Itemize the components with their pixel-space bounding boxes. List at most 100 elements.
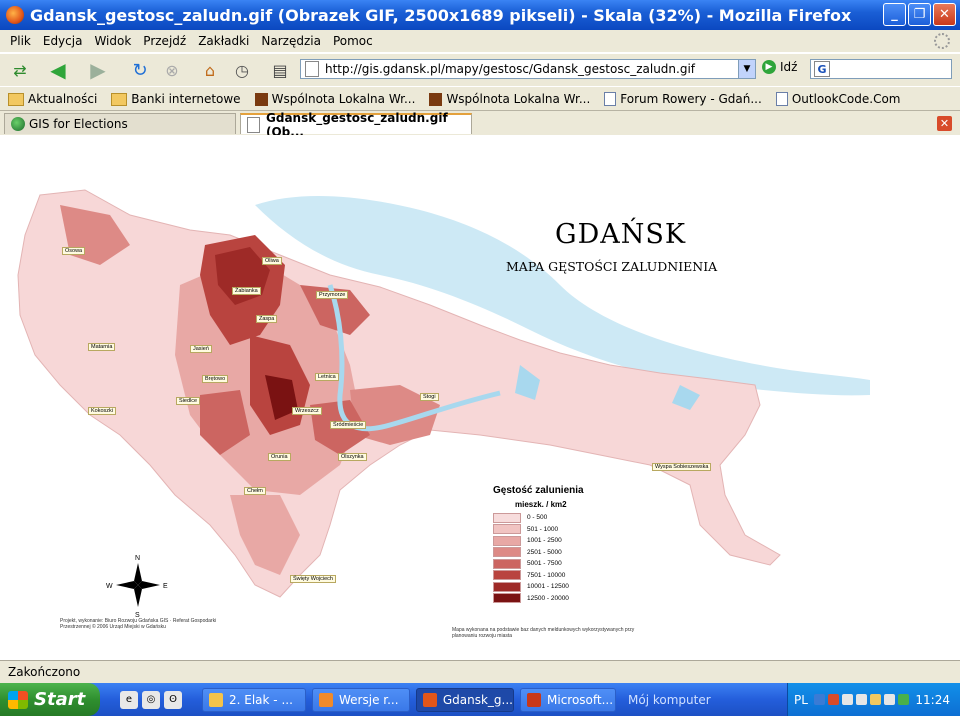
search-input[interactable]: G	[810, 59, 952, 79]
taskbar-button[interactable]: Microsoft...	[520, 687, 616, 712]
task-app-icon	[527, 692, 541, 707]
menu-help[interactable]: Pomoc	[333, 34, 373, 48]
taskbar-button-label: Gdansk_g...	[442, 692, 513, 707]
tray-security-icon[interactable]	[869, 694, 881, 705]
home-icon[interactable]: ⌂	[200, 60, 220, 80]
quick-launch: e ◎ ʘ	[120, 690, 182, 709]
quicklaunch-ie-icon[interactable]: e	[120, 690, 138, 709]
bookmark-item[interactable]: Banki internetowe	[111, 92, 241, 106]
go-label: Idź	[780, 60, 798, 74]
tab-gdansk-map[interactable]: Gdansk_gestosc_zaludn.gif (Ob...	[240, 111, 472, 139]
bookmark-item[interactable]: Wspólnota Lokalna Wr...	[254, 92, 416, 106]
tray-network-icon[interactable]	[841, 694, 853, 705]
bookmark-item[interactable]: Forum Rowery - Gdań...	[604, 92, 762, 106]
menu-file[interactable]: Plik	[10, 34, 31, 48]
legend-row: 12500 - 20000	[493, 593, 623, 605]
district-label: Olszynka	[338, 453, 367, 461]
google-search-icon[interactable]: G	[814, 61, 830, 77]
tray-antivirus-icon[interactable]	[827, 694, 839, 705]
district-label: Siedlce	[176, 397, 201, 405]
legend-row: 2501 - 5000	[493, 547, 623, 559]
bookmark-item[interactable]: Aktualności	[8, 92, 97, 106]
url-dropdown-icon[interactable]: ▼	[738, 60, 755, 78]
district-label: Oliwa	[262, 257, 282, 265]
taskbar-button[interactable]: 2. Elak - ...	[202, 687, 306, 712]
site-favicon-icon	[254, 92, 268, 106]
language-indicator[interactable]: PL	[794, 693, 808, 707]
legend-row: 501 - 1000	[493, 524, 623, 536]
compass-e: E	[163, 583, 168, 590]
stop-icon[interactable]: ⊗	[162, 60, 182, 80]
get-mail-icon[interactable]: ⇄	[10, 60, 30, 80]
district-label: Wyspa Sobieszewska	[652, 463, 712, 471]
legend-row: 1001 - 2500	[493, 535, 623, 547]
bookmark-label: Wspólnota Lokalna Wr...	[271, 92, 416, 106]
url-input[interactable]: http://gis.gdansk.pl/mapy/gestosc/Gdansk…	[325, 62, 738, 76]
legend-swatch	[493, 581, 521, 592]
legend-row: 7501 - 10000	[493, 570, 623, 582]
firefox-icon	[6, 6, 24, 24]
legend-swatch	[493, 524, 521, 535]
taskbar-items: 2. Elak - ... Wersje r... Gdansk_g... Micro…	[196, 687, 718, 712]
taskbar-button[interactable]: Mój komputer	[622, 688, 718, 712]
page-icon	[305, 61, 319, 77]
window-titlebar: Gdansk_gestosc_zaludn.gif (Obrazek GIF, …	[0, 0, 960, 30]
legend-label: 5001 - 7500	[527, 560, 562, 568]
map-subtitle: MAPA GĘSTOŚCI ZALUDNIENIA	[506, 259, 718, 274]
forward-button[interactable]: ▶	[88, 58, 108, 82]
district-label: Zaspa	[256, 315, 278, 323]
reload-icon[interactable]: ↻	[130, 60, 150, 81]
district-label: Stogi	[420, 393, 439, 401]
close-tab-icon[interactable]: ✕	[937, 116, 952, 131]
tab-gis-for-elections[interactable]: GIS for Elections	[4, 113, 236, 134]
address-bar[interactable]: http://gis.gdansk.pl/mapy/gestosc/Gdansk…	[300, 59, 756, 79]
quicklaunch-firefox-icon[interactable]: ʘ	[164, 690, 182, 709]
tray-update-icon[interactable]	[897, 694, 909, 705]
close-button[interactable]: ✕	[933, 3, 956, 26]
go-button[interactable]: ▶ Idź	[762, 60, 797, 74]
start-label: Start	[34, 689, 86, 710]
tray-volume-icon[interactable]	[855, 694, 867, 705]
district-label: Orunia	[268, 453, 291, 461]
taskbar-button-label: Wersje r...	[339, 692, 399, 707]
legend-row: 5001 - 7500	[493, 558, 623, 570]
tray-display-icon[interactable]	[883, 694, 895, 705]
gdansk-density-map: N S W E	[17, 189, 870, 619]
bookmark-label: Banki internetowe	[131, 92, 241, 106]
quicklaunch-app-icon[interactable]: ◎	[142, 690, 160, 709]
status-bar: Zakończono	[0, 660, 960, 683]
bookmark-item[interactable]: OutlookCode.Com	[775, 92, 900, 106]
legend-swatch	[493, 512, 521, 523]
district-label: Wrzeszcz	[292, 407, 322, 415]
maximize-button[interactable]: ❐	[908, 3, 931, 26]
tray-bluetooth-icon[interactable]	[813, 694, 825, 705]
task-app-icon	[209, 692, 223, 707]
menu-go[interactable]: Przejdź	[143, 34, 186, 48]
page-content: N S W E Osowa Matarnia Brętowo Kokoszki Oliw…	[0, 135, 960, 660]
legend-label: 501 - 1000	[527, 525, 559, 533]
menu-edit[interactable]: Edycja	[43, 34, 83, 48]
taskbar-button-label: 2. Elak - ...	[229, 692, 293, 707]
bookmark-item[interactable]: Wspólnota Lokalna Wr...	[429, 92, 590, 106]
legend-swatch	[493, 535, 521, 546]
map-legend: Gęstość zalunienia mieszk. / km2 0 - 500…	[493, 485, 623, 604]
legend-swatch	[493, 593, 521, 604]
district-label: Brętowo	[202, 375, 229, 383]
compass-n: N	[135, 555, 140, 562]
minimize-button[interactable]: _	[883, 3, 906, 26]
taskbar-button[interactable]: Gdansk_g...	[416, 687, 514, 712]
print-icon[interactable]: ▤	[270, 60, 290, 80]
back-button[interactable]: ◀	[48, 58, 68, 82]
start-button[interactable]: Start	[0, 683, 100, 716]
history-icon[interactable]: ◷	[232, 60, 252, 80]
map-title: GDAŃSK	[555, 219, 687, 250]
legend-swatch	[493, 547, 521, 558]
taskbar-button[interactable]: Wersje r...	[312, 687, 410, 712]
bookmark-label: Wspólnota Lokalna Wr...	[446, 92, 591, 106]
district-label: Kokoszki	[88, 407, 117, 415]
bookmark-label: Aktualności	[28, 92, 98, 106]
menu-bookmarks[interactable]: Zakładki	[198, 34, 249, 48]
menu-view[interactable]: Widok	[94, 34, 131, 48]
menu-tools[interactable]: Narzędzia	[261, 34, 321, 48]
globe-icon	[11, 117, 25, 131]
